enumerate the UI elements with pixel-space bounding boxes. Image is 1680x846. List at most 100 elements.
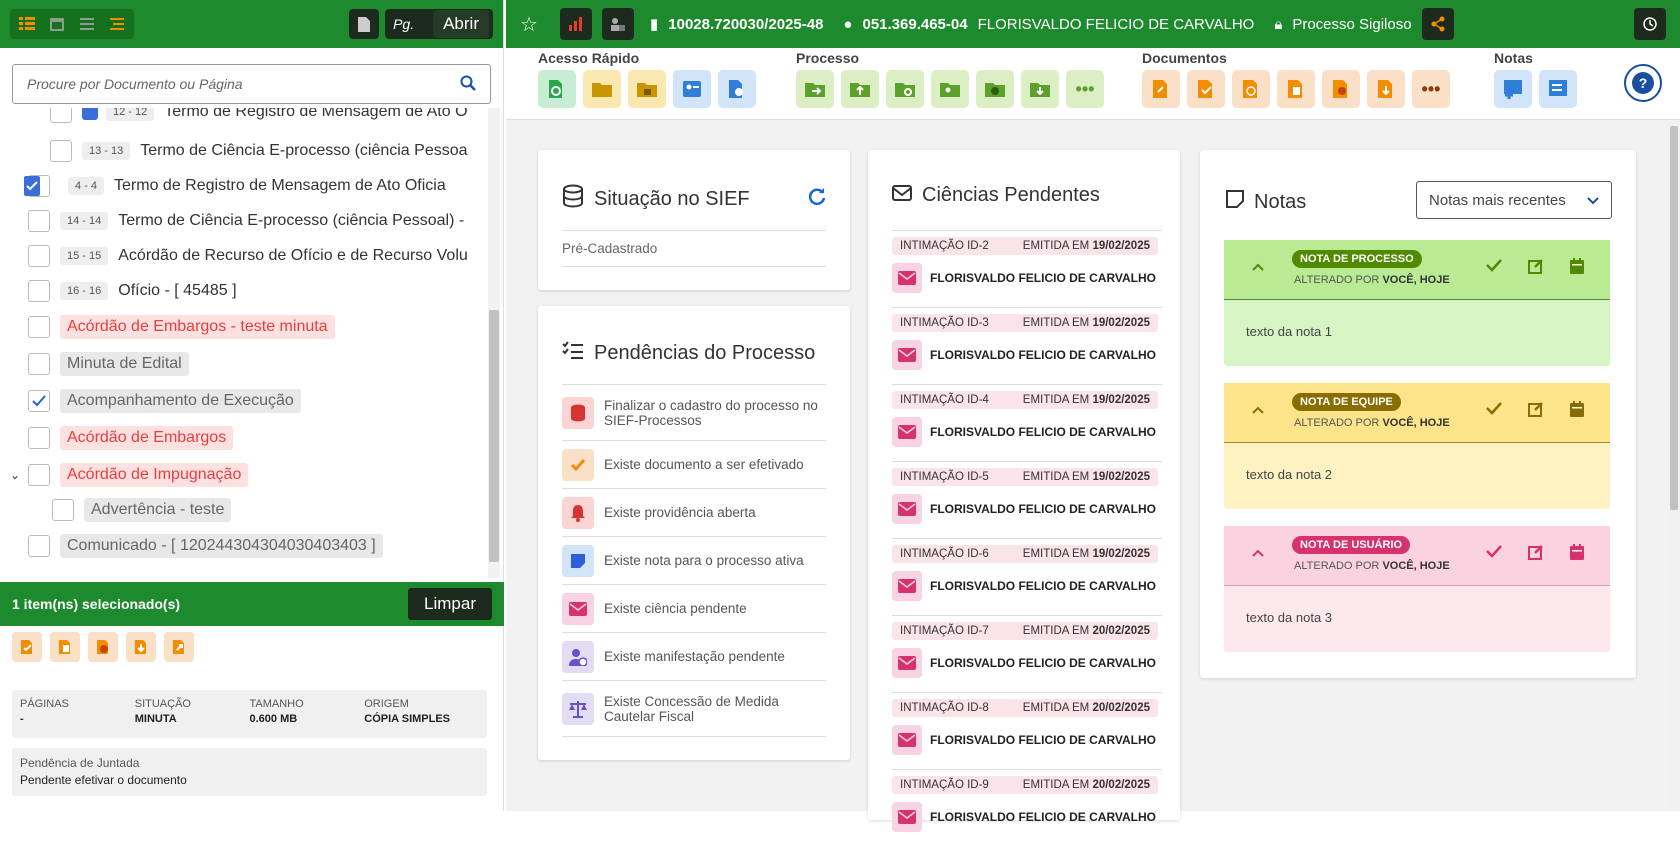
process-info-icon[interactable] <box>976 70 1014 108</box>
add-note-icon[interactable] <box>1494 70 1532 108</box>
folder-icon[interactable] <box>583 70 621 108</box>
pendencia-item[interactable]: Existe documento a ser efetivado <box>562 440 826 488</box>
more-icon[interactable]: ••• <box>1066 70 1104 108</box>
list-view-icon[interactable] <box>12 9 42 39</box>
process-download-icon[interactable] <box>1021 70 1059 108</box>
info-doc-icon[interactable] <box>88 632 118 662</box>
pendencia-item[interactable]: Finalizar o cadastro do processo no SIEF… <box>562 384 826 440</box>
check-icon[interactable] <box>1486 401 1502 422</box>
clear-button[interactable]: Limpar <box>408 588 492 620</box>
chevron-up-icon[interactable] <box>1252 401 1264 417</box>
menu-view-icon[interactable] <box>72 9 102 39</box>
ciencia-item[interactable]: INTIMAÇÃO ID-4 EMITIDA EM 19/02/2025 FLORI… <box>892 384 1162 461</box>
checkbox[interactable] <box>52 499 74 521</box>
pendencia-item[interactable]: Existe ciência pendente <box>562 584 826 632</box>
sign-doc-icon[interactable] <box>12 632 42 662</box>
pendencia-item[interactable]: Existe Concessão de Medida Cautelar Fisc… <box>562 680 826 736</box>
checkbox[interactable] <box>28 245 50 267</box>
tree-item[interactable]: Acórdão de Embargos - teste minuta <box>28 313 335 341</box>
tree-item[interactable]: 13 - 13 Termo de Ciência E-processo (ciê… <box>50 137 468 165</box>
edit-icon[interactable] <box>1528 258 1544 279</box>
download-doc-icon[interactable] <box>126 632 156 662</box>
list-notes-icon[interactable] <box>1539 70 1577 108</box>
tree-item[interactable]: 14 - 14 Termo de Ciência E-processo (ciê… <box>28 207 464 235</box>
ciencia-item[interactable]: INTIMAÇÃO ID-7 EMITIDA EM 20/02/2025 FLORI… <box>892 615 1162 692</box>
edit-icon[interactable] <box>1528 401 1544 422</box>
page-input[interactable]: Pg. <box>393 16 433 32</box>
open-button[interactable]: Abrir <box>433 10 489 38</box>
process-refresh-icon[interactable] <box>886 70 924 108</box>
tree-item[interactable]: Minuta de Edital <box>28 350 189 378</box>
tree-item[interactable]: Advertência - teste <box>52 496 232 524</box>
pendencia-item[interactable]: Existe providência aberta <box>562 488 826 536</box>
scroll-thumb[interactable] <box>489 310 499 562</box>
calendar-icon[interactable] <box>1570 401 1584 422</box>
checkbox-checked[interactable] <box>28 390 50 412</box>
chevron-down-icon[interactable]: ⌄ <box>10 468 28 482</box>
ciencia-item[interactable]: INTIMAÇÃO ID-2 EMITIDA EM 19/02/2025 FLORI… <box>892 230 1162 307</box>
tree-item[interactable]: 16 - 16 Ofício - [ 45485 ] <box>28 277 237 305</box>
ciencia-item[interactable]: INTIMAÇÃO ID-3 EMITIDA EM 19/02/2025 FLORI… <box>892 307 1162 384</box>
id-card-icon[interactable] <box>673 70 711 108</box>
checkbox[interactable] <box>50 108 72 123</box>
search-icon[interactable] <box>460 75 476 94</box>
chart-icon[interactable] <box>560 8 592 40</box>
ciencia-item[interactable]: INTIMAÇÃO ID-9 EMITIDA EM 20/02/2025 FLORI… <box>892 769 1162 846</box>
star-icon[interactable]: ☆ <box>520 12 550 37</box>
tree-item[interactable]: ⌄ Acórdão de Impugnação <box>10 461 249 489</box>
fingerprint-doc-icon[interactable] <box>1232 70 1270 108</box>
link-icon[interactable] <box>538 70 576 108</box>
folder-lock-icon[interactable] <box>628 70 666 108</box>
checkbox[interactable] <box>28 353 50 375</box>
tree-item[interactable]: Acórdão de Embargos <box>28 424 234 452</box>
chevron-up-icon[interactable] <box>1252 544 1264 560</box>
delete-doc-icon[interactable] <box>1277 70 1315 108</box>
checkbox[interactable] <box>28 280 50 302</box>
check-icon[interactable] <box>1486 544 1502 565</box>
delete-doc-icon[interactable] <box>50 632 80 662</box>
export-doc-icon[interactable] <box>164 632 194 662</box>
check-icon[interactable] <box>1486 258 1502 279</box>
certificate-icon[interactable] <box>718 70 756 108</box>
edit-icon[interactable] <box>1528 544 1544 565</box>
more-icon[interactable]: ••• <box>1412 70 1450 108</box>
checkbox[interactable] <box>28 316 50 338</box>
calendar-icon[interactable] <box>1570 544 1584 565</box>
sign-doc-icon[interactable] <box>1187 70 1225 108</box>
tree-item[interactable]: Comunicado - [ 120244304304030403403 ] <box>28 532 383 560</box>
notes-sort-select[interactable]: Notas mais recentes <box>1416 181 1612 219</box>
tree-item[interactable]: 15 - 15 Acórdão de Recurso de Ofício e d… <box>28 242 468 270</box>
ciencia-item[interactable]: INTIMAÇÃO ID-5 EMITIDA EM 19/02/2025 FLORI… <box>892 461 1162 538</box>
tree-scrollbar[interactable] <box>488 108 500 578</box>
help-icon[interactable]: ? <box>1624 64 1662 102</box>
process-assign-icon[interactable] <box>931 70 969 108</box>
search-input[interactable]: Procure por Documento ou Página <box>12 64 491 104</box>
tree-item[interactable]: 12 - 12 Termo de Registro de Mensagem de… <box>50 108 468 126</box>
refresh-icon[interactable] <box>808 187 826 211</box>
share-icon[interactable] <box>1421 8 1454 40</box>
main-scrollbar[interactable] <box>1668 120 1680 810</box>
calendar-icon[interactable] <box>1570 258 1584 279</box>
process-upload-icon[interactable] <box>841 70 879 108</box>
users-icon[interactable] <box>602 8 634 40</box>
process-forward-icon[interactable] <box>796 70 834 108</box>
checkbox[interactable] <box>50 140 72 162</box>
ciencia-item[interactable]: INTIMAÇÃO ID-6 EMITIDA EM 19/02/2025 FLORI… <box>892 538 1162 615</box>
chevron-up-icon[interactable] <box>1252 258 1264 274</box>
checkbox[interactable] <box>28 210 50 232</box>
tree-item[interactable]: Acompanhamento de Execução <box>28 387 301 415</box>
pendencia-item[interactable]: Existe manifestação pendente <box>562 632 826 680</box>
attach-doc-icon[interactable] <box>1142 70 1180 108</box>
tree-item[interactable]: 4 - 4 Termo de Registro de Mensagem de A… <box>24 172 446 200</box>
ciencia-item[interactable]: INTIMAÇÃO ID-8 EMITIDA EM 20/02/2025 FLORI… <box>892 692 1162 769</box>
pendencia-item[interactable]: Existe nota para o processo ativa <box>562 536 826 584</box>
info-doc-icon[interactable] <box>1322 70 1360 108</box>
checkbox[interactable] <box>28 427 50 449</box>
checkbox[interactable] <box>28 535 50 557</box>
tree-view-icon[interactable] <box>102 9 132 39</box>
document-icon[interactable] <box>349 9 380 39</box>
scroll-thumb[interactable] <box>1670 126 1678 510</box>
calendar-view-icon[interactable] <box>42 9 72 39</box>
history-icon[interactable] <box>1634 8 1666 40</box>
download-doc-icon[interactable] <box>1367 70 1405 108</box>
